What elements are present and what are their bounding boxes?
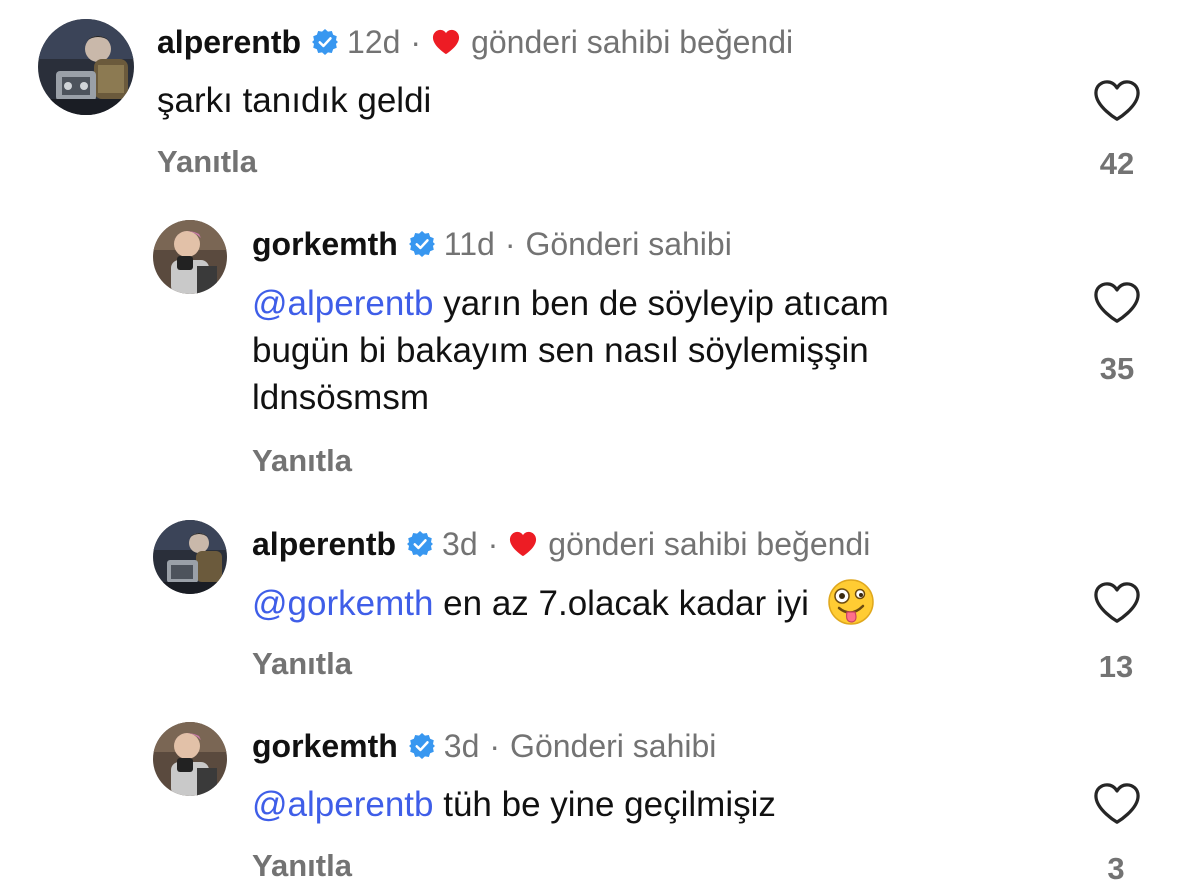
avatar-gorkemth[interactable] <box>153 722 227 796</box>
username[interactable]: gorkemth <box>252 224 398 264</box>
comment-body: tüh be yine geçilmişiz <box>443 785 776 824</box>
separator: · <box>489 728 501 764</box>
red-heart-icon <box>431 28 461 56</box>
comment-header: alperentb 3d · gönderi sahibi beğendi <box>252 524 870 564</box>
comment-time: 11d <box>443 226 495 262</box>
heart-outline-icon <box>1092 280 1142 326</box>
comment-text: @alperentb tüh be yine geçilmişiz <box>252 781 776 828</box>
mention-link[interactable]: @alperentb <box>252 284 433 323</box>
comment-time: 12d <box>347 24 401 60</box>
avatar-alperentb[interactable] <box>38 19 134 115</box>
like-count: 3 <box>1107 851 1125 886</box>
heart-outline-icon <box>1092 580 1142 626</box>
comment-header: gorkemth 11d · Gönderi sahibi <box>252 224 732 264</box>
avatar-alperentb[interactable] <box>153 520 227 594</box>
username[interactable]: alperentb <box>252 524 396 564</box>
comment-body: yarın ben de söyleyip atıcam <box>443 284 889 323</box>
like-count: 13 <box>1098 649 1134 684</box>
like-button[interactable] <box>1092 580 1142 626</box>
author-label: Gönderi sahibi <box>525 226 732 262</box>
verified-badge-icon <box>406 530 434 558</box>
reply-button[interactable]: Yanıtla <box>252 645 352 683</box>
avatar-gorkemth[interactable] <box>153 220 227 294</box>
like-count: 42 <box>1099 146 1135 181</box>
username[interactable]: gorkemth <box>252 726 398 766</box>
reply-button[interactable]: Yanıtla <box>252 847 352 885</box>
liked-by-author-label: gönderi sahibi beğendi <box>548 526 871 562</box>
comment-line-2: bugün bi bakayım sen nasıl söylemişşin <box>252 331 869 370</box>
zany-face-emoji-icon <box>827 578 875 626</box>
mention-link[interactable]: @alperentb <box>252 785 433 824</box>
comment-text: @alperentb yarın ben de söyleyip atıcam … <box>252 280 889 421</box>
verified-badge-icon <box>408 230 436 258</box>
comment-time: 3d <box>443 728 480 764</box>
like-button[interactable] <box>1092 781 1142 827</box>
mention-link[interactable]: @gorkemth <box>252 584 433 623</box>
comment-line-1: @alperentb yarın ben de söyleyip atıcam <box>252 280 889 327</box>
comment-header: gorkemth 3d · Gönderi sahibi <box>252 726 716 766</box>
verified-badge-icon <box>311 28 339 56</box>
author-label: Gönderi sahibi <box>510 728 717 764</box>
verified-badge-icon <box>408 732 436 760</box>
like-button[interactable] <box>1092 78 1142 124</box>
liked-by-author-label: gönderi sahibi beğendi <box>471 24 794 60</box>
reply-button[interactable]: Yanıtla <box>157 143 257 181</box>
comment-text: @gorkemth en az 7.olacak kadar iyi <box>252 578 875 630</box>
username[interactable]: alperentb <box>157 22 301 62</box>
reply-button[interactable]: Yanıtla <box>252 442 352 480</box>
like-button[interactable] <box>1092 280 1142 326</box>
heart-outline-icon <box>1092 781 1142 827</box>
comment-text: şarkı tanıdık geldi <box>157 77 431 124</box>
comment-line-3: ldnsösmsm <box>252 378 429 417</box>
separator: · <box>487 526 499 562</box>
separator: · <box>410 24 422 60</box>
separator: · <box>504 226 516 262</box>
comment-time: 3d <box>442 526 478 562</box>
comment-body: şarkı tanıdık geldi <box>157 81 432 120</box>
like-count: 35 <box>1099 351 1135 386</box>
comment-header: alperentb 12d · gönderi sahibi beğendi <box>157 22 793 62</box>
heart-outline-icon <box>1092 78 1142 124</box>
red-heart-icon <box>508 530 538 558</box>
comment-body: en az 7.olacak kadar iyi <box>443 584 809 623</box>
